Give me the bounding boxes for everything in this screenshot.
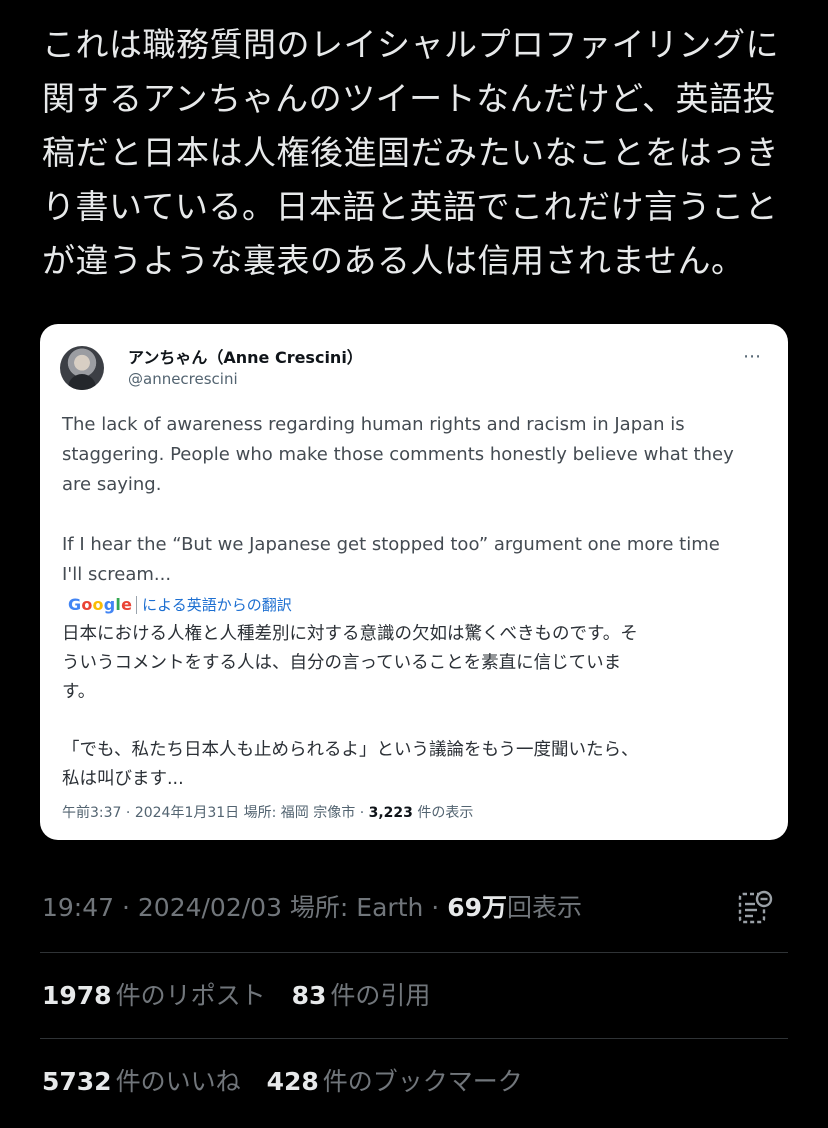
quotes-label: 件の引用 (330, 981, 431, 1010)
quotes-count: 83 (291, 981, 327, 1010)
post-date[interactable]: 2024/02/03 (138, 893, 282, 922)
tweet-text-line: 稿だと日本は人権後進国だみたいなことをはっき (42, 133, 779, 172)
reposts-label: 件のリポスト (115, 981, 266, 1010)
divider (40, 1038, 788, 1039)
english-line: The lack of awareness regarding human ri… (62, 414, 685, 435)
embedded-tweet-meta: 午前3:37 · 2024年1月31日 場所: 福岡 宗像市 · 3,223 件… (62, 805, 474, 821)
tweet-text-line: が違うような裏表のある人は信用されません。 (42, 241, 745, 280)
japanese-translation-body: 日本における人権と人種差別に対する意識の欠如は驚くべきものです。そ ういうコメン… (62, 620, 772, 794)
japanese-line: 日本における人権と人種差別に対する意識の欠如は驚くべきものです。そ (62, 624, 638, 644)
tweet-text-line: 関するアンちゃんのツイートなんだけど、英語投 (42, 79, 777, 118)
embedded-views-count: 3,223 (368, 805, 413, 821)
english-tweet-body: The lack of awareness regarding human ri… (62, 410, 762, 590)
reposts-count: 1978 (42, 981, 112, 1010)
post-place: 場所: Earth (281, 893, 424, 922)
tweet-text-line: これは職務質問のレイシャルプロファイリングに (42, 25, 779, 64)
author-name: アンちゃん（Anne Crescini） (128, 348, 363, 367)
google-translate-attribution: Google による英語からの翻訳 (68, 594, 292, 615)
likes-count: 5732 (42, 1067, 112, 1096)
views-count: 69万 (447, 893, 507, 922)
avatar (60, 346, 104, 390)
likes-label: 件のいいね (115, 1067, 241, 1096)
japanese-line: ういうコメントをする人は、自分の言っていることを素直に信じていま (62, 653, 622, 673)
english-line: staggering. People who make those commen… (62, 444, 734, 465)
bookmarks-count: 428 (266, 1067, 319, 1096)
japanese-line: 「でも、私たち日本人も止められるよ」という議論をもう一度聞いたら、 (62, 740, 639, 760)
divider (40, 952, 788, 953)
embedded-date: 2024年1月31日 (134, 805, 240, 821)
tweet-text-line: り書いている。日本語と英語でこれだけ言うこと (42, 187, 779, 226)
analytics-icon[interactable] (736, 888, 776, 928)
author-handle: @annecrescini (128, 370, 238, 388)
bookmarks-label: 件のブックマーク (322, 1067, 523, 1096)
views-label: 回表示 (506, 893, 582, 922)
divider (136, 595, 138, 614)
repost-stats: 1978 件のリポスト 83 件の引用 (42, 976, 448, 1012)
translation-label: による英語からの翻訳 (142, 596, 292, 614)
post-meta: 19:47 · 2024/02/03 場所: Earth · 69万回表示 (42, 893, 582, 922)
post-time[interactable]: 19:47 (42, 893, 114, 922)
more-options-icon: ⋯ (743, 346, 762, 367)
english-line: are saying. (62, 474, 162, 495)
quotes-link[interactable]: 83 件の引用 (292, 981, 431, 1010)
likes-link[interactable]: 5732 件のいいね (42, 1067, 241, 1096)
bookmarks-link[interactable]: 428 件のブックマーク (267, 1067, 523, 1096)
embedded-place: 場所: 福岡 宗像市 (239, 805, 356, 821)
reposts-link[interactable]: 1978 件のリポスト (42, 981, 266, 1010)
japanese-line: 私は叫びます... (62, 769, 184, 789)
japanese-line: す。 (62, 682, 96, 702)
tweet-text: これは職務質問のレイシャルプロファイリングに 関するアンちゃんのツイートなんだけ… (42, 18, 802, 288)
english-line: I'll scream... (62, 564, 172, 585)
embedded-tweet-screenshot[interactable]: アンちゃん（Anne Crescini） @annecrescini ⋯ The… (40, 324, 788, 840)
english-line: If I hear the “But we Japanese get stopp… (62, 534, 720, 555)
like-stats: 5732 件のいいね 428 件のブックマーク (42, 1062, 541, 1098)
google-logo: Google (68, 595, 133, 614)
embedded-time: 午前3:37 (62, 805, 122, 821)
